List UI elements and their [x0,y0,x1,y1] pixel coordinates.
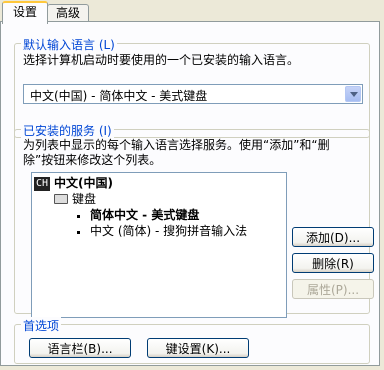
keyboard-icon [54,194,68,204]
default-language-selected: 中文(中国) - 简体中文 - 美式键盘 [30,89,208,103]
installed-services-description-1: 为列表中显示的每个输入语言选择服务。使用“添加”和“删 [23,138,330,152]
tree-service-item[interactable]: 简体中文 - 美式键盘 [90,208,199,223]
language-bar-button[interactable]: 语言栏(B)... [29,338,131,358]
settings-panel: 默认输入语言 (L) 选择计算机启动时要使用的一个已安装的输入语言。 中文(中国… [0,21,380,366]
preferences-title: 首选项 [21,317,62,334]
services-tree[interactable]: CH 中文(中国) 键盘 简体中文 - 美式键盘 中文 (简体) - 搜狗拼音输… [31,172,287,318]
default-language-dropdown[interactable]: 中文(中国) - 简体中文 - 美式键盘 [23,84,363,104]
properties-button[interactable]: 属性(P)... [292,279,374,299]
default-language-title: 默认输入语言 (L) [21,36,117,53]
installed-services-description-2: 除”按钮来修改这个列表。 [23,153,162,167]
remove-button[interactable]: 删除(R) [292,253,374,273]
chevron-down-icon[interactable] [345,86,361,102]
default-language-description: 选择计算机启动时要使用的一个已安装的输入语言。 [23,53,300,67]
bullet-icon [77,215,80,218]
tree-language-node[interactable]: 中文(中国) [54,176,113,191]
installed-services-title: 已安装的服务 (I) [21,122,114,139]
add-button[interactable]: 添加(D)... [292,227,374,247]
tree-category-node[interactable]: 键盘 [72,192,96,207]
language-badge-icon: CH [34,177,50,191]
tab-settings[interactable]: 设置 [2,1,48,24]
tab-advanced[interactable]: 高级 [47,4,89,21]
bullet-icon [77,231,80,234]
tree-service-item[interactable]: 中文 (简体) - 搜狗拼音输入法 [90,224,247,239]
key-settings-button[interactable]: 键设置(K)... [147,338,249,358]
